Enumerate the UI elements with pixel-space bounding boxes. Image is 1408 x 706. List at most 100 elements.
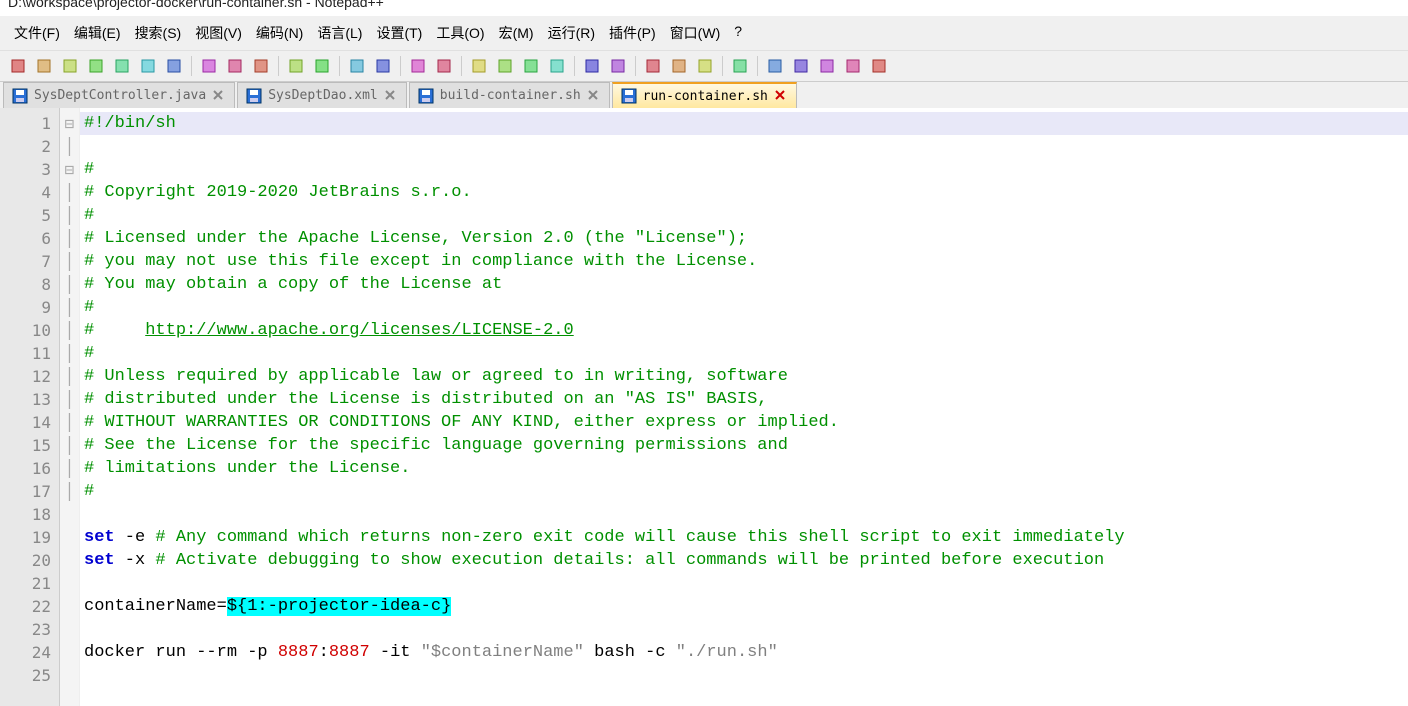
menu-item[interactable]: 设置(T) bbox=[370, 20, 428, 46]
line-number[interactable]: 17 bbox=[0, 480, 51, 503]
menu-item[interactable]: 工具(O) bbox=[430, 20, 490, 46]
line-number[interactable]: 7 bbox=[0, 250, 51, 273]
tab-build-container-sh[interactable]: build-container.sh bbox=[409, 82, 610, 108]
line-number[interactable]: 21 bbox=[0, 572, 51, 595]
wrap-icon[interactable] bbox=[519, 54, 543, 78]
code-line[interactable]: # Copyright 2019-2020 JetBrains s.r.o. bbox=[80, 181, 1408, 204]
menu-item[interactable]: 宏(M) bbox=[493, 20, 540, 46]
code-line[interactable] bbox=[80, 572, 1408, 595]
line-number[interactable]: 18 bbox=[0, 503, 51, 526]
line-number[interactable]: 5 bbox=[0, 204, 51, 227]
monitor-icon[interactable] bbox=[728, 54, 752, 78]
menu-item[interactable]: 插件(P) bbox=[603, 20, 662, 46]
folder-icon[interactable] bbox=[641, 54, 665, 78]
function-list-icon[interactable] bbox=[667, 54, 691, 78]
code-line[interactable]: # WITHOUT WARRANTIES OR CONDITIONS OF AN… bbox=[80, 411, 1408, 434]
paste-icon[interactable] bbox=[249, 54, 273, 78]
sync-v-icon[interactable] bbox=[467, 54, 491, 78]
open-file-icon[interactable] bbox=[32, 54, 56, 78]
line-number[interactable]: 23 bbox=[0, 618, 51, 641]
code-line[interactable]: # bbox=[80, 342, 1408, 365]
code-line[interactable] bbox=[80, 618, 1408, 641]
stop-icon[interactable] bbox=[789, 54, 813, 78]
menu-item[interactable]: 搜索(S) bbox=[129, 20, 188, 46]
line-number[interactable]: 25 bbox=[0, 664, 51, 687]
close-icon[interactable] bbox=[110, 54, 134, 78]
code-line[interactable] bbox=[80, 135, 1408, 158]
code-line[interactable]: # limitations under the License. bbox=[80, 457, 1408, 480]
line-number[interactable]: 14 bbox=[0, 411, 51, 434]
line-number[interactable]: 19 bbox=[0, 526, 51, 549]
code-line[interactable]: # http://www.apache.org/licenses/LICENSE… bbox=[80, 319, 1408, 342]
play-icon[interactable] bbox=[815, 54, 839, 78]
play-multi-icon[interactable] bbox=[841, 54, 865, 78]
menu-item[interactable]: 文件(F) bbox=[8, 20, 66, 46]
cut-icon[interactable] bbox=[197, 54, 221, 78]
whitespace-icon[interactable] bbox=[545, 54, 569, 78]
line-number[interactable]: 4 bbox=[0, 181, 51, 204]
code-line[interactable]: set -x # Activate debugging to show exec… bbox=[80, 549, 1408, 572]
tab-run-container-sh[interactable]: run-container.sh bbox=[612, 82, 797, 108]
redo-icon[interactable] bbox=[310, 54, 334, 78]
code-line[interactable] bbox=[80, 664, 1408, 687]
save-icon[interactable] bbox=[58, 54, 82, 78]
line-number[interactable]: 9 bbox=[0, 296, 51, 319]
line-number[interactable]: 2 bbox=[0, 135, 51, 158]
save-all-icon[interactable] bbox=[84, 54, 108, 78]
line-number[interactable]: 3 bbox=[0, 158, 51, 181]
new-file-icon[interactable] bbox=[6, 54, 30, 78]
fold-toggle-icon[interactable]: ⊟ bbox=[60, 158, 79, 181]
code-line[interactable]: # Licensed under the Apache License, Ver… bbox=[80, 227, 1408, 250]
zoom-in-icon[interactable] bbox=[406, 54, 430, 78]
fold-column[interactable]: ⊟│⊟││││││││││││││ bbox=[60, 108, 80, 706]
close-all-icon[interactable] bbox=[136, 54, 160, 78]
line-number[interactable]: 12 bbox=[0, 365, 51, 388]
code-line[interactable]: # bbox=[80, 480, 1408, 503]
sync-h-icon[interactable] bbox=[493, 54, 517, 78]
tab-close-icon[interactable] bbox=[774, 89, 788, 103]
line-number[interactable]: 1 bbox=[0, 112, 51, 135]
print-icon[interactable] bbox=[162, 54, 186, 78]
code-line[interactable] bbox=[80, 503, 1408, 526]
menu-item[interactable]: ? bbox=[728, 20, 748, 46]
save-macro-icon[interactable] bbox=[867, 54, 891, 78]
fold-toggle-icon[interactable]: ⊟ bbox=[60, 112, 79, 135]
code-line[interactable]: set -e # Any command which returns non-z… bbox=[80, 526, 1408, 549]
code-line[interactable]: # Unless required by applicable law or a… bbox=[80, 365, 1408, 388]
outdent-icon[interactable] bbox=[606, 54, 630, 78]
doc-map-icon[interactable] bbox=[693, 54, 717, 78]
replace-icon[interactable] bbox=[371, 54, 395, 78]
code-line[interactable]: docker run --rm -p 8887:8887 -it "$conta… bbox=[80, 641, 1408, 664]
code-line[interactable]: # distributed under the License is distr… bbox=[80, 388, 1408, 411]
code-line[interactable]: # See the License for the specific langu… bbox=[80, 434, 1408, 457]
line-number[interactable]: 6 bbox=[0, 227, 51, 250]
code-line[interactable]: #!/bin/sh bbox=[80, 112, 1408, 135]
code-area[interactable]: #!/bin/sh## Copyright 2019-2020 JetBrain… bbox=[80, 108, 1408, 706]
line-number[interactable]: 11 bbox=[0, 342, 51, 365]
tab-close-icon[interactable] bbox=[384, 89, 398, 103]
code-line[interactable]: # bbox=[80, 204, 1408, 227]
line-number[interactable]: 22 bbox=[0, 595, 51, 618]
line-number[interactable]: 8 bbox=[0, 273, 51, 296]
line-number[interactable]: 13 bbox=[0, 388, 51, 411]
code-line[interactable]: # You may obtain a copy of the License a… bbox=[80, 273, 1408, 296]
code-line[interactable]: # bbox=[80, 158, 1408, 181]
menu-item[interactable]: 语言(L) bbox=[311, 20, 368, 46]
tab-close-icon[interactable] bbox=[587, 89, 601, 103]
line-number[interactable]: 24 bbox=[0, 641, 51, 664]
menu-item[interactable]: 编辑(E) bbox=[68, 20, 127, 46]
window-titlebar[interactable]: D:\workspace\projector-docker\run-contai… bbox=[0, 0, 1408, 16]
zoom-out-icon[interactable] bbox=[432, 54, 456, 78]
line-number[interactable]: 10 bbox=[0, 319, 51, 342]
line-number-gutter[interactable]: 1234567891011121314151617181920212223242… bbox=[0, 108, 60, 706]
tab-sysdeptcontroller-java[interactable]: SysDeptController.java bbox=[3, 82, 235, 108]
copy-icon[interactable] bbox=[223, 54, 247, 78]
line-number[interactable]: 20 bbox=[0, 549, 51, 572]
code-line[interactable]: containerName=${1:-projector-idea-c} bbox=[80, 595, 1408, 618]
record-icon[interactable] bbox=[763, 54, 787, 78]
menu-item[interactable]: 编码(N) bbox=[250, 20, 309, 46]
code-line[interactable]: # you may not use this file except in co… bbox=[80, 250, 1408, 273]
menu-item[interactable]: 窗口(W) bbox=[664, 20, 727, 46]
code-line[interactable]: # bbox=[80, 296, 1408, 319]
line-number[interactable]: 16 bbox=[0, 457, 51, 480]
